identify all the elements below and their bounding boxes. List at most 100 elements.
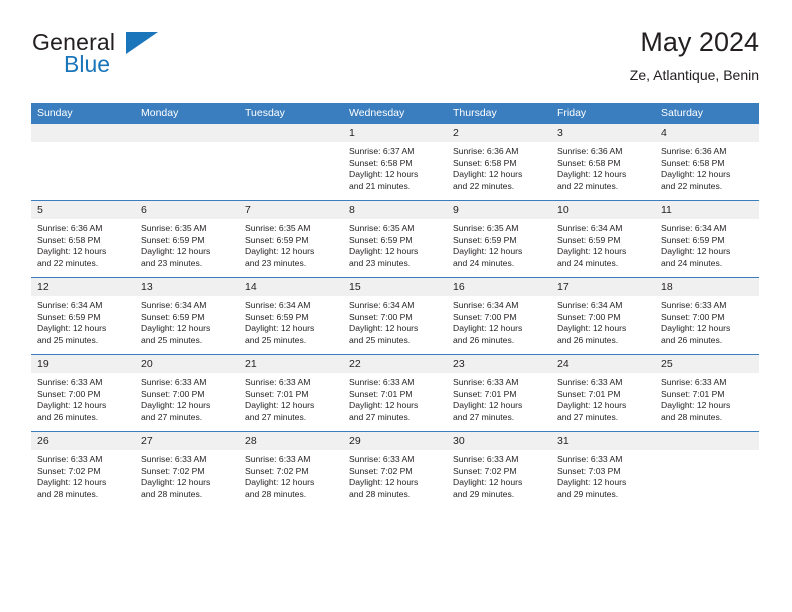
calendar-day-cell[interactable]: 17 Sunrise: 6:34 AM Sunset: 7:00 PM Dayligh… — [551, 277, 655, 355]
daylight-text-cont: and 26 minutes. — [557, 334, 619, 345]
daylight-text: Daylight: 12 hours — [661, 169, 731, 180]
sunset-text: Sunset: 6:58 PM — [37, 234, 101, 245]
calendar-day-cell[interactable]: 8 Sunrise: 6:35 AM Sunset: 6:59 PM Daylight… — [343, 200, 447, 278]
page-header: General Blue May 2024 Ze, Atlantique, Be… — [31, 26, 759, 94]
daylight-text-cont: and 23 minutes. — [245, 257, 307, 268]
calendar-day-cell[interactable]: 22 Sunrise: 6:33 AM Sunset: 7:01 PM Dayligh… — [343, 354, 447, 432]
sunset-text: Sunset: 6:58 PM — [453, 157, 517, 168]
daylight-text: Daylight: 12 hours — [557, 246, 627, 257]
day-number: 25 — [655, 355, 759, 373]
calendar-day-cell[interactable]: 31 Sunrise: 6:33 AM Sunset: 7:03 PM Dayligh… — [551, 431, 655, 508]
calendar-day-cell[interactable]: 29 Sunrise: 6:33 AM Sunset: 7:02 PM Dayligh… — [343, 431, 447, 508]
daylight-text: Daylight: 12 hours — [557, 400, 627, 411]
day-details: Sunrise: 6:33 AM Sunset: 7:02 PM Daylight:… — [239, 450, 343, 500]
day-details: Sunrise: 6:34 AM Sunset: 6:59 PM Daylight:… — [655, 219, 759, 269]
calendar-day-cell[interactable]: 4 Sunrise: 6:36 AM Sunset: 6:58 PM Daylight… — [655, 124, 759, 201]
calendar-day-cell[interactable]: 26 Sunrise: 6:33 AM Sunset: 7:02 PM Dayligh… — [31, 431, 135, 508]
sunset-text: Sunset: 6:59 PM — [661, 234, 725, 245]
calendar-day-cell[interactable]: 9 Sunrise: 6:35 AM Sunset: 6:59 PM Daylight… — [447, 200, 551, 278]
sunrise-text: Sunrise: 6:33 AM — [349, 377, 415, 387]
calendar-day-cell[interactable]: 14 Sunrise: 6:34 AM Sunset: 6:59 PM Dayligh… — [239, 277, 343, 355]
sunrise-text: Sunrise: 6:34 AM — [557, 300, 623, 310]
calendar-day-cell[interactable]: 21 Sunrise: 6:33 AM Sunset: 7:01 PM Dayligh… — [239, 354, 343, 432]
calendar-day-cell[interactable]: 16 Sunrise: 6:34 AM Sunset: 7:00 PM Dayligh… — [447, 277, 551, 355]
daylight-text: Daylight: 12 hours — [37, 246, 107, 257]
calendar-day-cell[interactable]: 15 Sunrise: 6:34 AM Sunset: 7:00 PM Dayligh… — [343, 277, 447, 355]
day-details: Sunrise: 6:33 AM Sunset: 7:02 PM Daylight:… — [447, 450, 551, 500]
day-number: 20 — [135, 355, 239, 373]
sunset-text: Sunset: 6:59 PM — [245, 234, 309, 245]
daylight-text-cont: and 28 minutes. — [37, 488, 99, 499]
daylight-text: Daylight: 12 hours — [557, 323, 627, 334]
day-number: 6 — [135, 201, 239, 219]
daylight-text-cont: and 29 minutes. — [557, 488, 619, 499]
day-number: 21 — [239, 355, 343, 373]
day-details: Sunrise: 6:35 AM Sunset: 6:59 PM Daylight:… — [239, 219, 343, 269]
calendar-day-cell[interactable]: 30 Sunrise: 6:33 AM Sunset: 7:02 PM Dayligh… — [447, 431, 551, 508]
daylight-text-cont: and 22 minutes. — [453, 180, 515, 191]
day-number: 12 — [31, 278, 135, 296]
day-number: 8 — [343, 201, 447, 219]
daylight-text: Daylight: 12 hours — [349, 169, 419, 180]
calendar-day-cell[interactable]: 5 Sunrise: 6:36 AM Sunset: 6:58 PM Daylight… — [31, 200, 135, 278]
calendar-day-cell[interactable]: 1 Sunrise: 6:37 AM Sunset: 6:58 PM Daylight… — [343, 124, 447, 201]
daylight-text-cont: and 29 minutes. — [453, 488, 515, 499]
sunrise-text: Sunrise: 6:33 AM — [37, 377, 103, 387]
calendar-day-cell[interactable]: 28 Sunrise: 6:33 AM Sunset: 7:02 PM Dayligh… — [239, 431, 343, 508]
weekday-header-friday: Friday — [551, 103, 655, 124]
calendar-day-cell[interactable]: 18 Sunrise: 6:33 AM Sunset: 7:00 PM Dayligh… — [655, 277, 759, 355]
calendar-day-cell[interactable]: 11 Sunrise: 6:34 AM Sunset: 6:59 PM Dayligh… — [655, 200, 759, 278]
calendar-day-cell[interactable]: 25 Sunrise: 6:33 AM Sunset: 7:01 PM Dayligh… — [655, 354, 759, 432]
day-number: 31 — [551, 432, 655, 450]
daylight-text: Daylight: 12 hours — [245, 477, 315, 488]
day-details: Sunrise: 6:35 AM Sunset: 6:59 PM Daylight:… — [135, 219, 239, 269]
sunrise-text: Sunrise: 6:36 AM — [557, 146, 623, 156]
day-number: 13 — [135, 278, 239, 296]
sunrise-text: Sunrise: 6:36 AM — [453, 146, 519, 156]
day-number — [239, 124, 343, 142]
day-details: Sunrise: 6:34 AM Sunset: 7:00 PM Daylight:… — [551, 296, 655, 346]
daylight-text-cont: and 28 minutes. — [245, 488, 307, 499]
sunrise-text: Sunrise: 6:34 AM — [37, 300, 103, 310]
calendar-day-cell[interactable]: 6 Sunrise: 6:35 AM Sunset: 6:59 PM Daylight… — [135, 200, 239, 278]
calendar-day-cell[interactable]: 12 Sunrise: 6:34 AM Sunset: 6:59 PM Dayligh… — [31, 277, 135, 355]
sunrise-text: Sunrise: 6:36 AM — [661, 146, 727, 156]
sunset-text: Sunset: 7:02 PM — [349, 465, 413, 476]
daylight-text-cont: and 28 minutes. — [349, 488, 411, 499]
calendar-day-cell[interactable]: 19 Sunrise: 6:33 AM Sunset: 7:00 PM Dayligh… — [31, 354, 135, 432]
daylight-text: Daylight: 12 hours — [349, 246, 419, 257]
day-details: Sunrise: 6:35 AM Sunset: 6:59 PM Daylight:… — [447, 219, 551, 269]
page-title: May 2024 — [640, 27, 759, 57]
calendar-day-cell[interactable]: 20 Sunrise: 6:33 AM Sunset: 7:00 PM Dayligh… — [135, 354, 239, 432]
daylight-text-cont: and 27 minutes. — [557, 411, 619, 422]
calendar-day-cell[interactable]: 2 Sunrise: 6:36 AM Sunset: 6:58 PM Daylight… — [447, 124, 551, 201]
daylight-text: Daylight: 12 hours — [245, 400, 315, 411]
day-details: Sunrise: 6:33 AM Sunset: 7:00 PM Daylight:… — [655, 296, 759, 346]
daylight-text-cont: and 24 minutes. — [453, 257, 515, 268]
calendar-cell-empty — [135, 124, 239, 201]
sunrise-text: Sunrise: 6:33 AM — [245, 454, 311, 464]
day-number — [31, 124, 135, 142]
general-blue-logo: General Blue — [31, 30, 251, 90]
daylight-text-cont: and 25 minutes. — [349, 334, 411, 345]
day-number: 28 — [239, 432, 343, 450]
sunset-text: Sunset: 6:59 PM — [453, 234, 517, 245]
sunset-text: Sunset: 7:01 PM — [349, 388, 413, 399]
calendar-week-row: 1 Sunrise: 6:37 AM Sunset: 6:58 PM Daylight… — [31, 124, 759, 201]
daylight-text: Daylight: 12 hours — [453, 169, 523, 180]
daylight-text: Daylight: 12 hours — [245, 246, 315, 257]
sunset-text: Sunset: 6:59 PM — [141, 234, 205, 245]
sunrise-text: Sunrise: 6:35 AM — [453, 223, 519, 233]
sunrise-text: Sunrise: 6:34 AM — [453, 300, 519, 310]
daylight-text-cont: and 22 minutes. — [37, 257, 99, 268]
calendar-day-cell[interactable]: 23 Sunrise: 6:33 AM Sunset: 7:01 PM Dayligh… — [447, 354, 551, 432]
calendar-day-cell[interactable]: 10 Sunrise: 6:34 AM Sunset: 6:59 PM Dayligh… — [551, 200, 655, 278]
calendar-day-cell[interactable]: 7 Sunrise: 6:35 AM Sunset: 6:59 PM Daylight… — [239, 200, 343, 278]
calendar-day-cell[interactable]: 3 Sunrise: 6:36 AM Sunset: 6:58 PM Daylight… — [551, 124, 655, 201]
calendar-day-cell[interactable]: 24 Sunrise: 6:33 AM Sunset: 7:01 PM Dayligh… — [551, 354, 655, 432]
calendar-day-cell[interactable]: 27 Sunrise: 6:33 AM Sunset: 7:02 PM Dayligh… — [135, 431, 239, 508]
day-number: 2 — [447, 124, 551, 142]
daylight-text-cont: and 26 minutes. — [661, 334, 723, 345]
calendar-day-cell[interactable]: 13 Sunrise: 6:34 AM Sunset: 6:59 PM Dayligh… — [135, 277, 239, 355]
sunset-text: Sunset: 7:03 PM — [557, 465, 621, 476]
